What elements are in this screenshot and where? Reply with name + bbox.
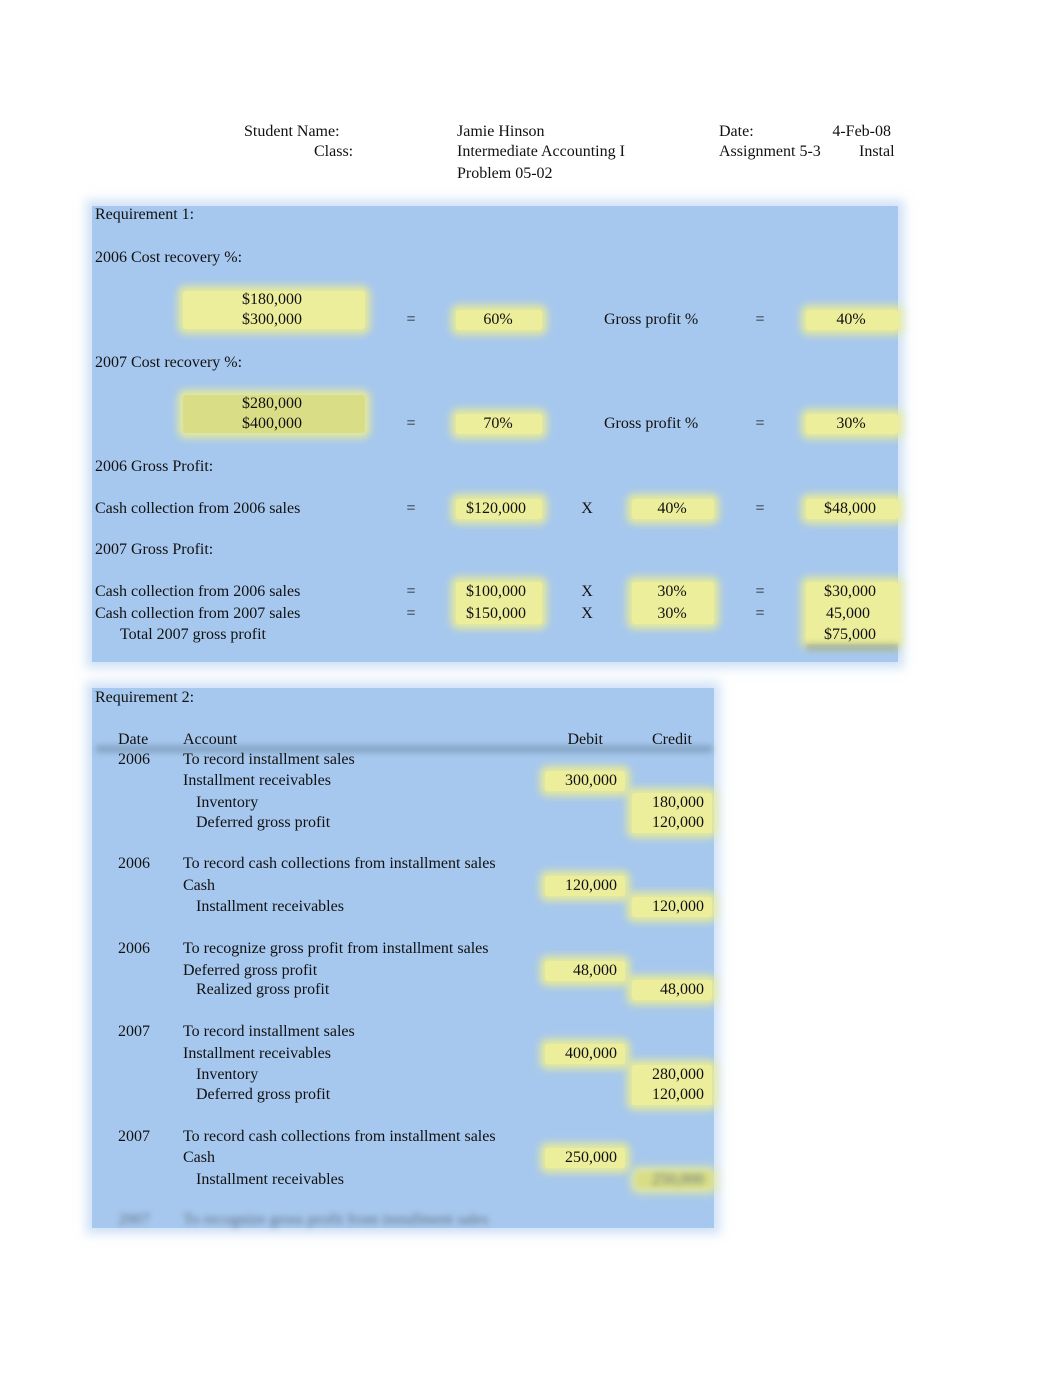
- gp2006-row-pct: 40%: [657, 500, 687, 517]
- journal-line-account: Cash: [183, 877, 215, 894]
- student-name: Jamie Hinson: [457, 123, 545, 140]
- journal-line-credit: 120,000: [652, 1086, 704, 1103]
- gp2007-row-pct: 30%: [657, 583, 687, 600]
- gross-profit-pct-label: Gross profit %: [604, 311, 699, 328]
- journal-line-account: Installment receivables: [183, 772, 331, 789]
- column-header-debit: Debit: [567, 731, 603, 748]
- cost-ratio-2006: 60%: [483, 311, 513, 328]
- gross-profit-2006-label: 2006 Gross Profit:: [95, 458, 214, 475]
- class-value: Intermediate Accounting I: [457, 143, 625, 160]
- journal-entry-date: 2006: [118, 751, 150, 768]
- gross-profit-2007-label: 2007 Gross Profit:: [95, 541, 214, 558]
- times-sign: X: [581, 500, 593, 517]
- cost-2006-denominator: $300,000: [242, 311, 302, 328]
- times-sign: X: [581, 605, 593, 622]
- cost-2006-numerator: $180,000: [242, 291, 302, 308]
- date-label: Date:: [719, 123, 754, 140]
- column-header-credit: Credit: [652, 731, 692, 748]
- equals-sign: =: [755, 311, 765, 328]
- gross-profit-pct-2007: 30%: [836, 415, 866, 432]
- equals-sign: =: [755, 605, 765, 622]
- assignment-topic: Instal: [859, 143, 895, 160]
- equals-sign: =: [755, 583, 765, 600]
- journal-line-account: Realized gross profit: [196, 981, 330, 998]
- cost-recovery-2006-label: 2006 Cost recovery %:: [95, 249, 243, 266]
- cost-2007-numerator: $280,000: [242, 395, 302, 412]
- journal-entry-date: 2007: [118, 1023, 150, 1040]
- cost-ratio-2007: 70%: [483, 415, 513, 432]
- gp2006-row-cash: $120,000: [466, 500, 526, 517]
- total-2007-gp-label: Total 2007 gross profit: [120, 626, 266, 643]
- journal-line-credit: 280,000: [652, 1066, 704, 1083]
- journal-line-account: Installment receivables: [196, 1171, 344, 1188]
- equals-sign: =: [406, 415, 416, 432]
- class-label: Class:: [314, 143, 354, 160]
- student-name-label: Student Name:: [244, 123, 340, 140]
- journal-line-credit: 120,000: [652, 898, 704, 915]
- journal-entry-description: To record cash collections from installm…: [183, 1128, 496, 1145]
- gp2007-row-desc: Cash collection from 2006 sales: [95, 583, 301, 600]
- journal-entry-date: 2006: [118, 855, 150, 872]
- gp2007-row-result: 45,000: [826, 605, 870, 622]
- gp2007-row-desc: Cash collection from 2007 sales: [95, 605, 301, 622]
- journal-line-account: Deferred gross profit: [196, 1086, 331, 1103]
- equals-sign: =: [755, 500, 765, 517]
- journal-line-debit: 400,000: [565, 1045, 617, 1062]
- journal-entry-description: To recognize gross profit from installme…: [183, 940, 489, 957]
- journal-entry-date: 2006: [118, 940, 150, 957]
- journal-entry-date: 2007: [118, 1211, 150, 1228]
- requirement-1-title: Requirement 1:: [95, 206, 195, 223]
- journal-line-debit: 48,000: [573, 962, 617, 979]
- journal-line-credit: 48,000: [660, 981, 704, 998]
- cost-2007-denominator: $400,000: [242, 415, 302, 432]
- times-sign: X: [581, 583, 593, 600]
- gp2007-row-cash: $150,000: [466, 605, 526, 622]
- journal-entry-description: To record installment sales: [183, 751, 355, 768]
- journal-entry-description: To record installment sales: [183, 1023, 355, 1040]
- gross-profit-pct-2006: 40%: [836, 311, 866, 328]
- gp2007-row-result: $30,000: [824, 583, 876, 600]
- column-header-date: Date: [118, 731, 149, 748]
- equals-sign: =: [406, 500, 416, 517]
- gp2006-row-desc: Cash collection from 2006 sales: [95, 500, 301, 517]
- journal-line-debit: 300,000: [565, 772, 617, 789]
- column-header-account: Account: [183, 731, 238, 748]
- total-2007-gp-value: $75,000: [824, 626, 876, 643]
- journal-entry-description: To recognize gross profit from installme…: [183, 1211, 489, 1228]
- equals-sign: =: [755, 415, 765, 432]
- equals-sign: =: [406, 583, 416, 600]
- journal-entry-description: To record cash collections from installm…: [183, 855, 496, 872]
- assignment-label: Assignment 5-3: [719, 143, 821, 160]
- journal-line-account: Cash: [183, 1149, 215, 1166]
- gp2006-row-result: $48,000: [824, 500, 876, 517]
- equals-sign: =: [406, 311, 416, 328]
- journal-line-credit: 250,000: [652, 1171, 704, 1188]
- date-value: 4-Feb-08: [832, 123, 891, 140]
- problem-label: Problem 05-02: [457, 165, 553, 182]
- journal-line-credit: 180,000: [652, 794, 704, 811]
- journal-line-account: Deferred gross profit: [183, 962, 318, 979]
- journal-line-account: Installment receivables: [196, 898, 344, 915]
- cost-recovery-2007-label: 2007 Cost recovery %:: [95, 354, 243, 371]
- requirement-2-title: Requirement 2:: [95, 689, 195, 706]
- journal-line-debit: 120,000: [565, 877, 617, 894]
- journal-line-account: Deferred gross profit: [196, 814, 331, 831]
- journal-line-debit: 250,000: [565, 1149, 617, 1166]
- gross-profit-pct-label: Gross profit %: [604, 415, 699, 432]
- journal-line-account: Installment receivables: [183, 1045, 331, 1062]
- gp2007-row-cash: $100,000: [466, 583, 526, 600]
- journal-line-account: Inventory: [196, 794, 259, 811]
- journal-line-credit: 120,000: [652, 814, 704, 831]
- journal-entry-date: 2007: [118, 1128, 150, 1145]
- gp2007-row-pct: 30%: [657, 605, 687, 622]
- journal-line-account: Inventory: [196, 1066, 259, 1083]
- equals-sign: =: [406, 605, 416, 622]
